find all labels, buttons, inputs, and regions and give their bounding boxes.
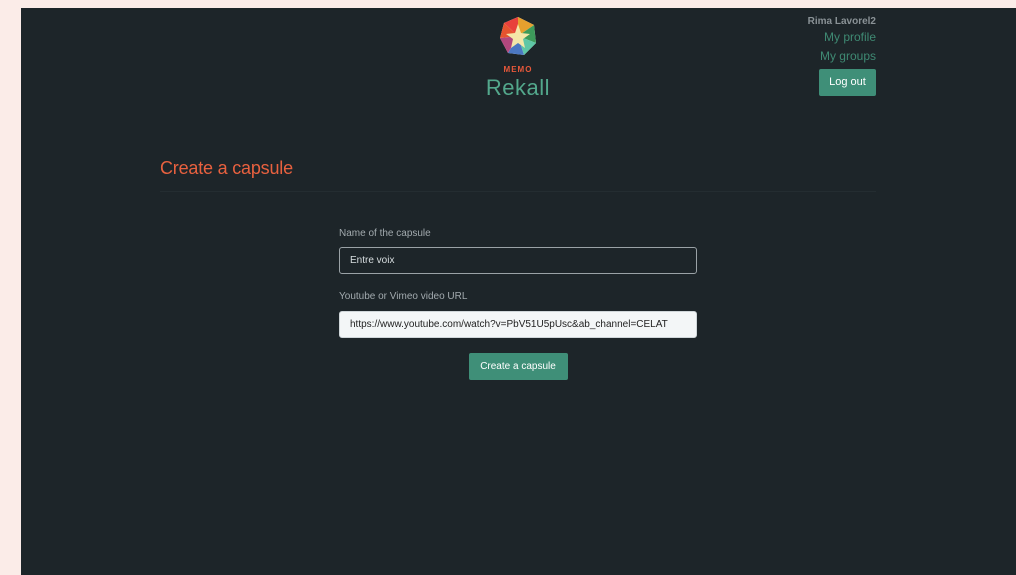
video-url-label: Youtube or Vimeo video URL [339, 291, 468, 302]
capsule-name-label: Name of the capsule [339, 228, 431, 239]
username-label: Rima Lavorel2 [807, 16, 876, 27]
logout-button[interactable]: Log out [819, 69, 876, 96]
my-profile-link[interactable]: My profile [736, 28, 876, 47]
video-url-input[interactable] [339, 311, 697, 338]
user-menu: Rima Lavorel2 My profile My groups Log o… [736, 15, 876, 96]
logo-memo-text: MEMO [503, 65, 533, 74]
logo-rekall-text: Rekall [485, 75, 551, 100]
submit-row: Create a capsule [339, 353, 697, 380]
app-window: MEMO Rekall Rima Lavorel2 My profile My … [21, 8, 1016, 575]
title-divider [160, 191, 876, 192]
create-capsule-button[interactable]: Create a capsule [468, 353, 568, 380]
capsule-name-input[interactable] [339, 247, 697, 274]
create-capsule-form: Name of the capsule Youtube or Vimeo vid… [339, 228, 697, 380]
memo-rekall-logo[interactable]: MEMO Rekall [481, 16, 555, 106]
page-title: Create a capsule [160, 158, 293, 178]
star-logo-icon [500, 17, 536, 55]
my-groups-link[interactable]: My groups [736, 47, 876, 66]
